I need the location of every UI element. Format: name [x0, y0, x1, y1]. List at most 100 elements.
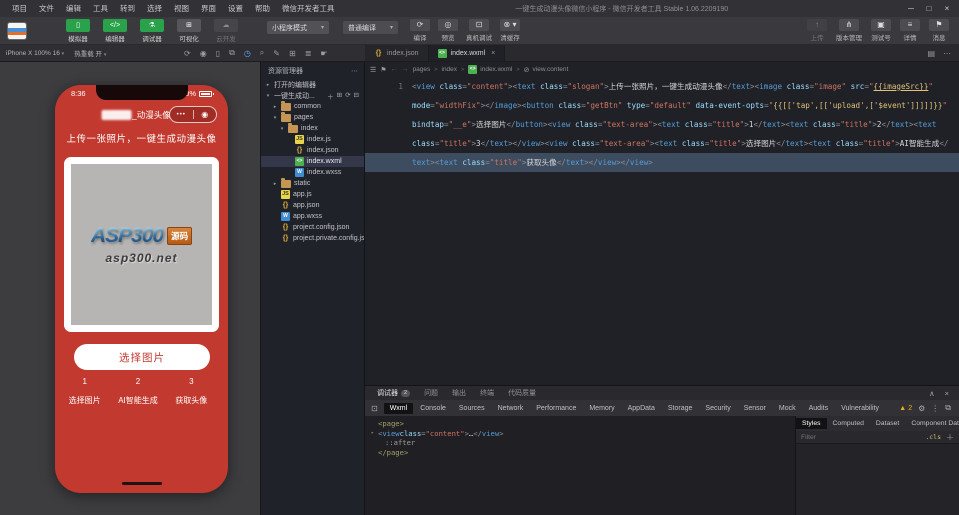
kebab-menu-icon[interactable]: ⋮ [931, 404, 939, 413]
编译-button[interactable]: ⟳编译 [410, 19, 430, 42]
split-editor-icon[interactable]: ▤ [927, 49, 935, 58]
menu-icon[interactable]: ☰ [370, 66, 376, 74]
breadcrumb-item-pages[interactable]: pages [413, 66, 431, 73]
device-select[interactable]: iPhone X 100% 16 ▾ [6, 50, 64, 57]
search-icon[interactable]: ⌕ [260, 48, 264, 58]
toggle-可视化[interactable]: ⊞可视化 [174, 19, 204, 43]
devtools-tab-Wxml[interactable]: Wxml [384, 403, 414, 414]
devtools-tab-Network[interactable]: Network [492, 403, 530, 414]
tab-index.json[interactable]: {}index.json [365, 45, 429, 61]
tree-item-index[interactable]: ▾index [261, 123, 364, 134]
code-line[interactable]: text><text class="title">获取头像</text></vi… [365, 153, 959, 172]
restart-icon[interactable]: ⟳ [184, 49, 191, 58]
tree-item-index.wxss[interactable]: Windex.wxss [261, 167, 364, 178]
menu-item-项目[interactable]: 项目 [6, 1, 33, 16]
code-line[interactable]: bindtap="__e">选择图片</button><view class="… [365, 115, 959, 134]
warning-indicator[interactable]: ▲2 [899, 405, 912, 412]
toggle-模拟器[interactable]: ▯模拟器 [63, 19, 93, 43]
tree-item-打开的编辑器[interactable]: ▸打开的编辑器 [261, 79, 364, 90]
menu-item-工具[interactable]: 工具 [87, 1, 114, 16]
tab-index.wxml[interactable]: <>index.wxml× [429, 45, 506, 61]
menu-item-微信开发者工具[interactable]: 微信开发者工具 [276, 1, 341, 16]
panel-tab-终端[interactable]: 终端 [474, 388, 500, 398]
mode-select[interactable]: 小程序模式▾ [267, 21, 329, 34]
styles-tab-Dataset[interactable]: Dataset [870, 418, 905, 429]
expand-arrow-icon[interactable]: ▸ [265, 82, 271, 88]
forward-icon[interactable]: → [402, 66, 409, 73]
消息-button[interactable]: ⚑消息 [929, 19, 949, 42]
devtools-tab-Sensor[interactable]: Sensor [738, 403, 772, 414]
styles-tab-Component Data[interactable]: Component Data [905, 418, 959, 429]
compile-select[interactable]: 普通编译▾ [343, 21, 398, 34]
tree-item-app.js[interactable]: JSapp.js [261, 189, 364, 200]
multi-window-icon[interactable]: ⧉ [229, 48, 235, 58]
预览-button[interactable]: ◎预览 [438, 19, 458, 42]
menu-item-文件[interactable]: 文件 [33, 1, 60, 16]
add-style-icon[interactable]: ＋ [946, 432, 954, 443]
dock-side-icon[interactable]: ⧉ [945, 403, 951, 413]
menu-item-选择[interactable]: 选择 [141, 1, 168, 16]
tree-item-app.json[interactable]: {}app.json [261, 200, 364, 211]
code-line[interactable]: class="title">3</text></view><view class… [365, 134, 959, 153]
expand-arrow-icon[interactable]: ▸ [272, 181, 278, 187]
panel-tab-代码质量[interactable]: 代码质量 [502, 388, 542, 398]
tree-item-一键生成动...[interactable]: ▾一键生成动...＋⊞⟳⊟ [261, 90, 364, 101]
tree-item-pages[interactable]: ▾pages [261, 112, 364, 123]
expand-arrow-icon[interactable]: ▸ [272, 104, 278, 110]
more-icon[interactable]: ⋯ [351, 67, 358, 75]
详情-button[interactable]: ≡详情 [900, 19, 920, 42]
exit-icon[interactable]: ◉ [194, 110, 217, 119]
minimize-icon[interactable]: ─ [903, 4, 919, 13]
tree-item-static[interactable]: ▸static [261, 178, 364, 189]
清缓存-button[interactable]: ⊗ ▾清缓存 [500, 19, 520, 42]
hot-reload-toggle[interactable]: 热重载 开 ▾ [74, 48, 106, 58]
devtools-tab-Memory[interactable]: Memory [583, 403, 620, 414]
refresh-icon[interactable]: ⟳ [345, 91, 350, 101]
版本管理-button[interactable]: ⋔版本管理 [836, 19, 862, 42]
menu-item-帮助[interactable]: 帮助 [249, 1, 276, 16]
back-icon[interactable]: ← [391, 66, 398, 73]
compile-icon[interactable]: ◉ [200, 49, 207, 58]
pointer-icon[interactable]: ☛ [320, 49, 327, 58]
more-actions-icon[interactable]: ⋯ [943, 49, 951, 58]
devtools-tab-Mock[interactable]: Mock [773, 403, 802, 414]
time-machine-icon[interactable]: ◷ [244, 49, 251, 58]
more-icon[interactable]: ••• [170, 112, 193, 118]
devtools-tab-Security[interactable]: Security [699, 403, 736, 414]
new-folder-icon[interactable]: ⊞ [337, 91, 342, 101]
expand-arrow-icon[interactable]: ▾ [265, 93, 271, 99]
toggle-编辑器[interactable]: </>编辑器 [100, 19, 130, 43]
tree-item-common[interactable]: ▸common [261, 101, 364, 112]
new-file-icon[interactable]: ＋ [327, 91, 334, 101]
menu-item-转到[interactable]: 转到 [114, 1, 141, 16]
tree-item-index.wxml[interactable]: <>index.wxml [261, 156, 364, 167]
component-panel-icon[interactable]: ⊞ [289, 49, 296, 58]
maximize-icon[interactable]: □ [921, 4, 937, 13]
panel-tab-输出[interactable]: 输出 [446, 388, 472, 398]
capsule-menu[interactable]: ••• ◉ [169, 106, 217, 123]
breadcrumb-item-view.content[interactable]: ⊘view.content [524, 66, 569, 74]
bookmark-icon[interactable]: ⚑ [380, 66, 386, 74]
close-icon[interactable]: × [491, 50, 495, 57]
styles-tab-Styles[interactable]: Styles [796, 418, 827, 429]
wxml-node[interactable]: ▸<view class="content">…</view> [371, 429, 795, 439]
styles-tab-Computed[interactable]: Computed [827, 418, 870, 429]
expand-arrow-icon[interactable]: ▸ [371, 429, 378, 439]
close-icon[interactable]: × [939, 4, 955, 13]
devtools-tab-Console[interactable]: Console [414, 403, 452, 414]
expand-arrow-icon[interactable]: ▾ [279, 126, 285, 132]
tree-item-index.json[interactable]: {}index.json [261, 145, 364, 156]
tree-item-project.private.config.js...[interactable]: {}project.private.config.js... [261, 233, 364, 244]
gear-icon[interactable]: ⚙ [918, 404, 925, 413]
devtools-tab-Audits[interactable]: Audits [803, 403, 834, 414]
inspect-element-icon[interactable]: ⊡ [369, 404, 383, 413]
code-editor[interactable]: 1<view class="content"><text class="slog… [365, 77, 959, 385]
真机调试-button[interactable]: ⊡真机调试 [466, 19, 492, 42]
audits-icon[interactable]: ✎ [273, 49, 280, 58]
panel-tab-问题[interactable]: 问题 [418, 388, 444, 398]
menu-item-设置[interactable]: 设置 [222, 1, 249, 16]
collapse-all-icon[interactable]: ⊟ [354, 91, 359, 101]
menu-item-视图[interactable]: 视图 [168, 1, 195, 16]
expand-arrow-icon[interactable]: ▾ [272, 115, 278, 121]
breadcrumb-item-index.wxml[interactable]: <>index.wxml [468, 65, 512, 74]
